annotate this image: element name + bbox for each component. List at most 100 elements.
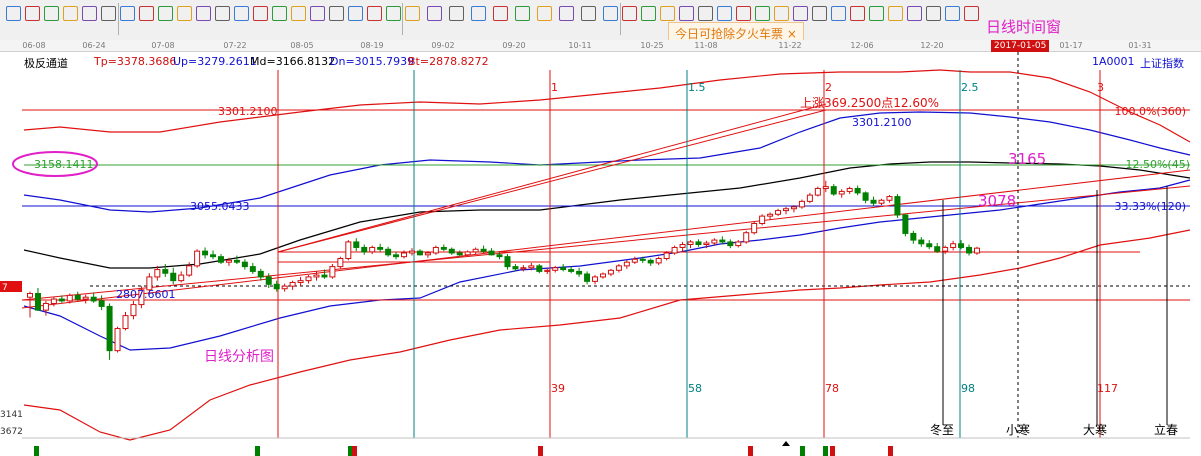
- candle-body: [790, 206, 797, 210]
- toolbar-button[interactable]: [812, 6, 827, 21]
- candle: [472, 247, 479, 255]
- toolbar-button[interactable]: [253, 6, 268, 21]
- toolbar-button[interactable]: [386, 6, 401, 21]
- candle-body: [751, 222, 758, 234]
- toolbar-button[interactable]: [310, 6, 325, 21]
- candle: [504, 254, 511, 270]
- toolbar-button[interactable]: [25, 6, 40, 21]
- toolbar-button[interactable]: [641, 6, 656, 21]
- candle-body: [305, 276, 312, 282]
- toolbar-button[interactable]: [449, 6, 464, 21]
- toolbar-button[interactable]: [622, 6, 637, 21]
- toolbar-button[interactable]: [405, 6, 420, 21]
- candle-body: [58, 298, 65, 302]
- volume-bar: [538, 446, 543, 456]
- toolbar-button[interactable]: [272, 6, 287, 21]
- toolbar-button[interactable]: [367, 6, 382, 21]
- candle-body: [974, 247, 980, 254]
- candle-body: [34, 293, 41, 311]
- candle-body: [759, 215, 766, 224]
- fib-label-100: 100.0%(360): [1114, 105, 1186, 118]
- cycle-label-bottom: 98: [961, 382, 975, 395]
- candle-body: [584, 273, 591, 282]
- toolbar-button[interactable]: [82, 6, 97, 21]
- candle: [130, 300, 137, 320]
- candle-body: [440, 246, 447, 250]
- toolbar-button[interactable]: [755, 6, 770, 21]
- candle-body: [27, 293, 33, 298]
- toolbar-button[interactable]: [139, 6, 154, 21]
- toolbar-button[interactable]: [736, 6, 751, 21]
- candle: [814, 186, 821, 197]
- price-tag-text: 7: [2, 283, 8, 293]
- candle-body: [496, 254, 503, 258]
- close-icon[interactable]: ×: [787, 27, 797, 41]
- toolbar-button[interactable]: [196, 6, 211, 21]
- candle: [297, 276, 304, 287]
- candle: [783, 206, 790, 215]
- candle-body: [767, 213, 774, 217]
- candle: [162, 264, 169, 277]
- candle-body: [854, 187, 861, 194]
- toolbar-button[interactable]: [101, 6, 116, 21]
- time-tick: 12-06: [850, 41, 874, 50]
- toolbar-button[interactable]: [869, 6, 884, 21]
- candle: [202, 247, 209, 259]
- toolbar-button[interactable]: [158, 6, 173, 21]
- toolbar-button[interactable]: [120, 6, 135, 21]
- toolbar-button[interactable]: [215, 6, 230, 21]
- toolbar-button[interactable]: [907, 6, 922, 21]
- candle: [82, 294, 89, 304]
- candle: [106, 303, 113, 360]
- toolbar-button[interactable]: [559, 6, 574, 21]
- candle-body: [472, 248, 479, 253]
- toolbar-button[interactable]: [964, 6, 979, 21]
- toolbar-button[interactable]: [44, 6, 59, 21]
- cycle-label-top: 2: [825, 81, 832, 94]
- toolbar-button[interactable]: [926, 6, 941, 21]
- toolbar-button[interactable]: [348, 6, 363, 21]
- toolbar-button[interactable]: [581, 6, 596, 21]
- candle: [735, 240, 742, 248]
- candle: [854, 185, 861, 196]
- candle: [751, 221, 758, 235]
- toolbar-button[interactable]: [537, 6, 552, 21]
- candle-body: [926, 243, 933, 248]
- toolbar-button[interactable]: [679, 6, 694, 21]
- toolbar-button[interactable]: [698, 6, 713, 21]
- candle: [122, 311, 129, 331]
- toolbar-button[interactable]: [63, 6, 78, 21]
- toolbar-button[interactable]: [427, 6, 442, 21]
- toolbar-button[interactable]: [471, 6, 486, 21]
- toolbar-button[interactable]: [774, 6, 789, 21]
- candle: [27, 291, 33, 318]
- candle-body: [162, 269, 169, 274]
- toolbar-button[interactable]: [603, 6, 618, 21]
- toolbar-button[interactable]: [945, 6, 960, 21]
- candle-body: [98, 300, 105, 307]
- toolbar-button[interactable]: [6, 6, 21, 21]
- toolbar-button[interactable]: [291, 6, 306, 21]
- toolbar-button[interactable]: [329, 6, 344, 21]
- ad-text[interactable]: 今日可抢除夕火车票: [675, 27, 783, 41]
- candle-body: [552, 267, 559, 271]
- toolbar-button[interactable]: [793, 6, 808, 21]
- candle: [727, 239, 734, 249]
- toolbar-button[interactable]: [234, 6, 249, 21]
- toolbar-button[interactable]: [660, 6, 675, 21]
- candle-body: [886, 196, 893, 201]
- candle-body: [369, 246, 376, 253]
- candle-body: [448, 248, 455, 254]
- candle: [90, 292, 97, 303]
- toolbar-button[interactable]: [888, 6, 903, 21]
- toolbar-button[interactable]: [177, 6, 192, 21]
- candle-body: [719, 239, 726, 243]
- toolbar-button[interactable]: [493, 6, 508, 21]
- candle: [416, 249, 423, 256]
- toolbar-button[interactable]: [850, 6, 865, 21]
- toolbar-button[interactable]: [515, 6, 530, 21]
- candle-body: [241, 261, 248, 268]
- candle: [552, 265, 559, 273]
- toolbar-button[interactable]: [717, 6, 732, 21]
- toolbar-button[interactable]: [831, 6, 846, 21]
